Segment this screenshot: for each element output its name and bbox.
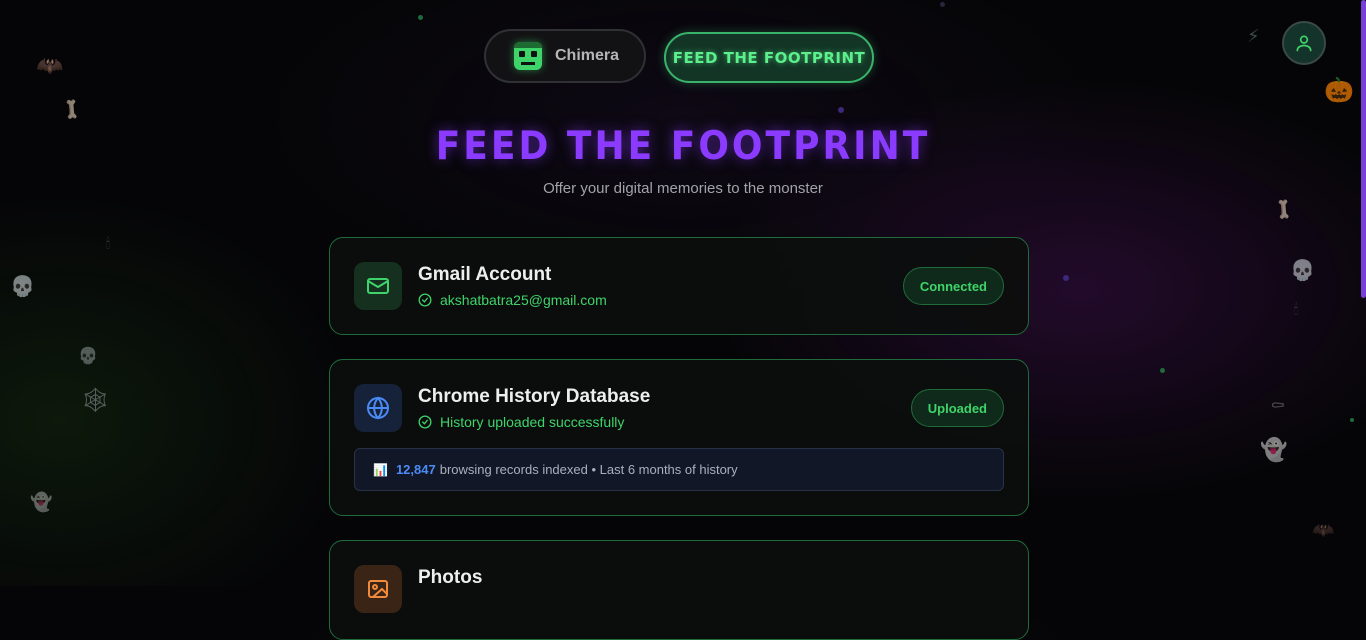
ghost-icon: 👻 [30, 492, 53, 513]
mail-icon-box [354, 262, 402, 310]
page-subtitle: Offer your digital memories to the monst… [543, 180, 823, 197]
photos-card: Photos [329, 540, 1029, 640]
skull-icon: 💀 [10, 274, 35, 298]
chrome-history-status-text: History uploaded successfully [440, 414, 625, 430]
records-description: browsing records indexed • Last 6 months… [439, 462, 738, 477]
globe-icon-box [354, 384, 402, 432]
coffin-icon: ⚰ [1270, 396, 1286, 417]
lightning-icon: ⚡ [1247, 26, 1260, 46]
sparkle-dot [1160, 368, 1165, 373]
frankenstein-logo-icon [514, 42, 542, 70]
chrome-history-status: History uploaded successfully [418, 414, 624, 430]
history-stats: 📊 12,847 browsing records indexed • Last… [354, 448, 1004, 491]
user-profile-button[interactable] [1282, 21, 1326, 65]
skull-icon: 💀 [1290, 258, 1315, 282]
gmail-email: akshatbatra25@gmail.com [440, 292, 607, 308]
candle-icon: 🕯 [1294, 302, 1298, 318]
bat-icon: 🦇 [36, 54, 64, 79]
bone-icon: 🦴 [58, 95, 86, 124]
brand-home-link[interactable]: Chimera [484, 29, 646, 83]
globe-icon [367, 396, 389, 420]
sparkle-dot [1063, 275, 1069, 281]
records-count: 12,847 [395, 462, 436, 477]
gmail-title: Gmail Account [418, 264, 552, 285]
ghost-icon: 👻 [1260, 438, 1288, 463]
uploaded-badge: Uploaded [910, 389, 1004, 427]
chrome-history-title: Chrome History Database [418, 386, 651, 407]
user-icon [1296, 35, 1312, 52]
candle-icon: 🕯 [106, 236, 110, 252]
bat-icon: 🦇 [1312, 520, 1335, 541]
image-icon-box [354, 565, 402, 613]
gmail-status: akshatbatra25@gmail.com [418, 292, 607, 308]
skull-icon: 💀 [78, 346, 98, 365]
sparkle-dot [1350, 418, 1354, 422]
bar-chart-icon: 📊 [373, 462, 388, 477]
image-icon [368, 580, 388, 598]
page-title: FEED THE FOOTPRINT [435, 123, 931, 170]
pumpkin-icon: 🎃 [1324, 76, 1354, 104]
bone-icon: 🦴 [1270, 195, 1298, 224]
feed-button-label: FEED THE FOOTPRINT [672, 48, 866, 67]
check-circle-icon [418, 415, 432, 429]
gmail-card: Gmail Account akshatbatra25@gmail.com Co… [329, 237, 1029, 335]
mail-icon [367, 278, 389, 294]
check-circle-icon [418, 293, 432, 307]
connected-badge: Connected [902, 267, 1004, 305]
chrome-history-card: Chrome History Database History uploaded… [329, 359, 1029, 516]
spiderweb-icon: 🕸 [80, 386, 111, 414]
sparkle-dot [940, 2, 945, 7]
sparkle-dot [838, 107, 844, 113]
sparkle-dot [418, 15, 423, 20]
brand-name: Chimera [555, 47, 620, 64]
feed-the-footprint-button[interactable]: FEED THE FOOTPRINT [664, 32, 874, 83]
